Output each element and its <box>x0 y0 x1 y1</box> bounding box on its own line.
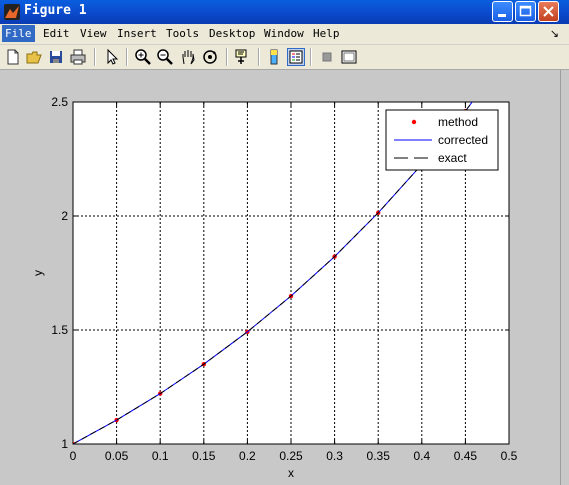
legend-entry-label: method <box>438 115 478 129</box>
x-tick-label: 0.5 <box>501 449 518 463</box>
x-tick-label: 0.15 <box>192 449 216 463</box>
legend-entry-label: corrected <box>438 133 488 147</box>
x-axis-label: x <box>288 466 294 480</box>
x-tick-label: 0.45 <box>454 449 478 463</box>
x-tick-label: 0.25 <box>279 449 303 463</box>
x-tick-label: 0.2 <box>239 449 256 463</box>
x-tick-label: 0.1 <box>152 449 169 463</box>
x-tick-label: 0.35 <box>367 449 391 463</box>
method-data-point <box>507 50 511 54</box>
x-tick-label: 0.4 <box>413 449 430 463</box>
legend-entry-label: exact <box>438 151 467 165</box>
x-tick-label: 0.3 <box>326 449 343 463</box>
x-tick-label: 0.05 <box>105 449 129 463</box>
legend-box[interactable]: method corrected exact <box>385 109 499 171</box>
y-tick-label: 1.5 <box>51 323 68 337</box>
x-tick-label: 0 <box>70 449 77 463</box>
figure-canvas: 0 0.05 0.1 0.15 0.2 0.25 0.3 0.35 0.4 0.45 0.5 1 1.5… <box>31 50 518 480</box>
y-tick-label: 1 <box>61 437 68 451</box>
legend-method-marker <box>411 119 417 125</box>
y-tick-label: 2.5 <box>51 95 68 109</box>
y-tick-label: 2 <box>61 209 68 223</box>
y-axis-label: y <box>31 270 45 276</box>
